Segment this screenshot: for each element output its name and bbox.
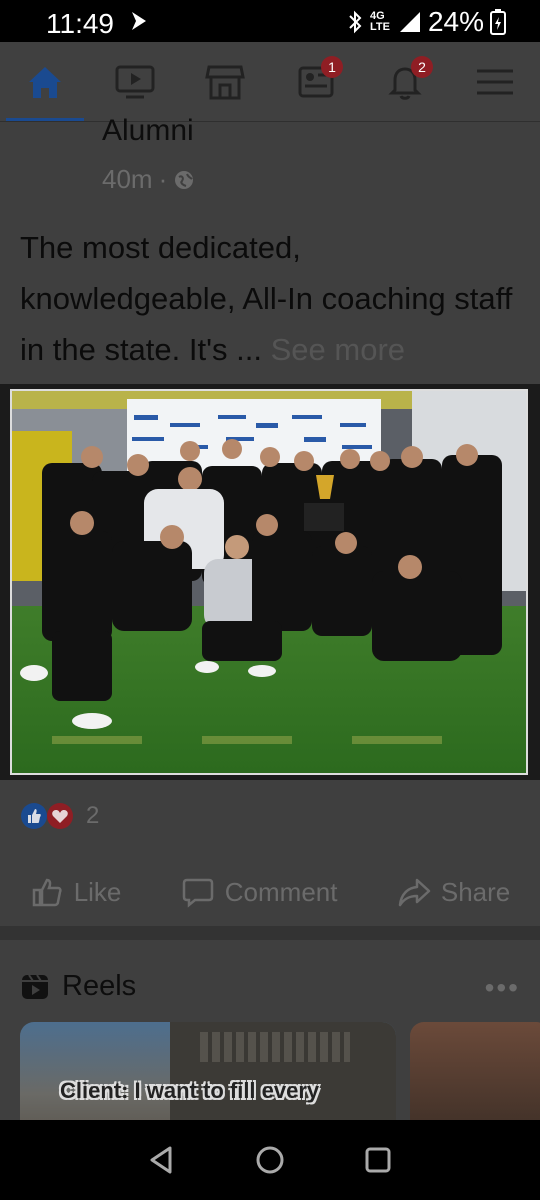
post-time[interactable]: 40m (102, 164, 153, 195)
post-author[interactable]: Alumni (102, 114, 194, 148)
reel-card[interactable]: Client: I want to fill every (20, 1022, 396, 1120)
post-image-container (0, 384, 540, 780)
post-photo[interactable] (10, 389, 528, 775)
feed-badge: 1 (321, 56, 343, 78)
status-bar: 11:49 4G LTE 24% (0, 0, 540, 42)
reels-title: Reels (62, 969, 137, 1002)
recents-icon[interactable] (362, 1144, 394, 1176)
back-icon[interactable] (146, 1144, 178, 1176)
nav-news-feed[interactable]: 1 (285, 54, 345, 110)
comment-button[interactable]: Comment (181, 875, 338, 909)
thumbs-up-icon (32, 878, 62, 907)
post-meta: 40m · (102, 164, 195, 195)
navigation-arrow-icon (132, 12, 146, 30)
share-icon (398, 878, 431, 907)
nav-notifications[interactable]: 2 (375, 54, 435, 110)
signal-icon (399, 12, 420, 32)
team-photo (12, 391, 526, 773)
facebook-app: 1 2 Alumni 40m · The most dedicated, kno… (0, 42, 540, 1120)
globe-icon (175, 170, 194, 189)
see-more-link[interactable]: See more (271, 332, 405, 367)
post-text: The most dedicated, knowledgeable, All-I… (20, 222, 520, 375)
reactions-summary[interactable]: 2 (20, 802, 99, 830)
reels-icon (22, 974, 48, 999)
battery-percent: 24% (427, 6, 484, 37)
home-icon (29, 67, 61, 98)
post-actions: Like Comment Share (0, 862, 540, 922)
hamburger-icon (477, 69, 513, 95)
like-icon (21, 803, 47, 829)
like-button[interactable]: Like (30, 875, 122, 909)
notifications-badge: 2 (411, 56, 433, 78)
video-icon (115, 65, 155, 99)
comment-icon (182, 878, 214, 908)
meta-separator: · (158, 164, 168, 194)
share-label: Share (440, 876, 511, 907)
system-navigation-bar (0, 1120, 540, 1200)
status-time: 11:49 (46, 8, 114, 39)
love-icon (47, 803, 73, 829)
nav-watch[interactable] (105, 54, 165, 110)
reel-caption: Client: I want to fill every (60, 1078, 320, 1103)
like-label: Like (73, 876, 122, 907)
post-body: The most dedicated, knowledgeable, All-I… (20, 230, 513, 367)
section-divider (0, 926, 540, 940)
reels-header: Reels ••• (20, 964, 520, 1008)
reaction-count: 2 (86, 802, 100, 829)
nav-home[interactable] (15, 54, 75, 110)
reel-thumbnail-window (200, 1032, 350, 1062)
bluetooth-icon (349, 10, 362, 34)
home-circle-icon[interactable] (254, 1144, 286, 1176)
status-icons: 4G LTE 24% (346, 6, 506, 38)
reel-card-next[interactable] (410, 1022, 540, 1120)
top-navigation: 1 2 (0, 42, 540, 122)
nav-marketplace[interactable] (195, 54, 255, 110)
nav-active-indicator (6, 118, 84, 121)
comment-label: Comment (224, 876, 338, 907)
reels-more-button[interactable]: ••• (485, 972, 520, 1004)
store-icon (205, 65, 245, 100)
share-button[interactable]: Share (397, 875, 510, 909)
network-label: 4G LTE (369, 10, 390, 33)
nav-menu[interactable] (465, 54, 525, 110)
battery-icon (490, 9, 506, 35)
post-header: Alumni 40m · The most dedicated, knowled… (0, 114, 540, 422)
